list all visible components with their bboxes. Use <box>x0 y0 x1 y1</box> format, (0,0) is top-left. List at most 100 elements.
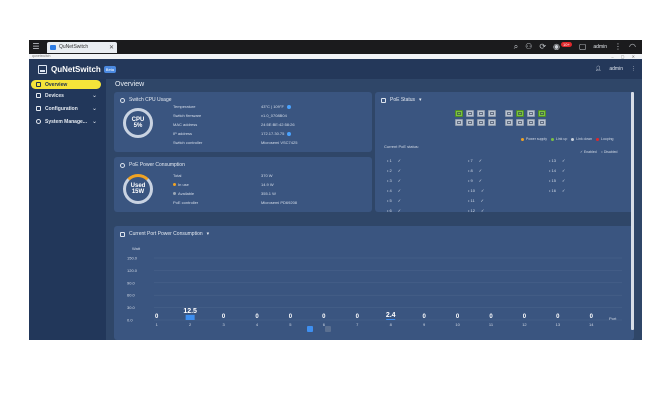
switch-port-3[interactable] <box>466 110 474 117</box>
enabled-check-icon: ✓ <box>480 198 485 203</box>
sidebar-item-label: Devices <box>45 92 64 99</box>
port-status-item: • 2 ✓ <box>387 168 401 173</box>
data-label: 2.4 <box>386 312 396 319</box>
taskbar-tray: ⌕ ⚇ ⟳ ◉ 10+ ▢ admin ⋮ ◠ <box>514 40 642 54</box>
x-tick-label: 14 <box>589 322 594 327</box>
taskbar-username[interactable]: admin <box>593 44 607 50</box>
header-user-area: 👤︎ admin ⋮ <box>595 66 642 72</box>
switch-port-11[interactable] <box>516 110 524 117</box>
port-number: • 10 <box>468 188 475 193</box>
port-status-item: • 10 ✓ <box>468 188 484 193</box>
search-icon[interactable]: ⌕ <box>514 40 518 54</box>
data-label: 0 <box>523 314 527 320</box>
x-tick-label: 10 <box>455 322 460 327</box>
switch-port-12[interactable] <box>516 119 524 126</box>
chevron-down-icon: ⌄ <box>91 119 97 125</box>
browser-tab[interactable]: QuNetSwitch ✕ <box>47 41 117 53</box>
sidebar-item-overview[interactable]: Overview <box>31 80 101 89</box>
enabled-check-icon: ✓ <box>480 188 485 193</box>
pager-inactive <box>325 326 331 332</box>
switch-port-2[interactable] <box>455 119 463 126</box>
enabled-check-icon: ✓ <box>397 208 402 213</box>
page-title: Overview <box>115 81 145 88</box>
port-number: • 8 <box>468 168 473 173</box>
dashboard-gauge-icon[interactable]: ◠ <box>629 40 636 54</box>
data-label: 0 <box>556 314 560 320</box>
poe-legend: Power supply Link up Link down Looping <box>521 137 614 141</box>
y-tick-label: 60.0 <box>127 293 136 298</box>
configuration-icon <box>36 106 41 111</box>
close-icon[interactable]: ✕ <box>109 44 114 51</box>
info-icon[interactable] <box>286 104 291 109</box>
port-number: • 5 <box>387 198 392 203</box>
card-title: PoE Status ▾ <box>381 97 422 103</box>
switch-port-10[interactable] <box>505 119 513 126</box>
port-number: • 4 <box>387 188 392 193</box>
switch-port-6[interactable] <box>477 119 485 126</box>
poe-used-gauge: Used 15W <box>123 174 153 204</box>
port-number: • 2 <box>387 168 392 173</box>
dropdown-caret-icon[interactable]: ▾ <box>419 97 422 103</box>
port-number: • 11 <box>468 198 475 203</box>
vertical-scrollbar[interactable] <box>631 92 634 330</box>
more-vertical-icon[interactable]: ⋮ <box>631 66 636 72</box>
tasks-icon[interactable]: ⚇ <box>525 40 532 54</box>
switch-port-9[interactable] <box>505 110 513 117</box>
data-label: 0 <box>255 314 259 320</box>
port-status-item: • 7 ✓ <box>468 158 482 163</box>
y-axis-label: Watt <box>132 246 141 251</box>
sidebar-item-label: Overview <box>45 81 68 88</box>
switch-port-4[interactable] <box>466 119 474 126</box>
sidebar-item-system-management[interactable]: System Manage... ⌄ <box>31 117 101 126</box>
enabled-check-icon: ✓ <box>397 198 402 203</box>
port-number: • 3 <box>387 178 392 183</box>
x-tick-label: 6 <box>323 322 326 327</box>
shield-icon <box>381 97 386 103</box>
port-status-item: • 4 ✓ <box>387 188 401 193</box>
poe-status-card: PoE Status ▾ Power supply Link up Link d… <box>375 92 634 213</box>
switch-port-5[interactable] <box>477 110 485 117</box>
devices-icon <box>36 93 41 98</box>
more-vertical-icon[interactable]: ⋮ <box>614 40 622 54</box>
port-number: • 16 <box>549 188 556 193</box>
poe-gauge-value: 15W <box>131 189 145 195</box>
switch-port-13[interactable] <box>527 110 535 117</box>
switch-port-15[interactable] <box>538 110 546 117</box>
port-status-item: • 6 ✓ <box>387 208 401 213</box>
info-icon[interactable] <box>287 131 292 136</box>
data-label: 0 <box>356 314 360 320</box>
sidebar-item-configuration[interactable]: Configuration ⌄ <box>31 104 101 113</box>
user-icon[interactable]: ▢ <box>579 40 587 54</box>
port-status-item: • 12 ✓ <box>468 208 484 213</box>
switch-port-8[interactable] <box>488 119 496 126</box>
x-tick-label: 13 <box>556 322 561 327</box>
switch-port-16[interactable] <box>538 119 546 126</box>
switch-port-1[interactable] <box>455 110 463 117</box>
data-label: 0 <box>489 314 493 320</box>
header-username[interactable]: admin <box>609 66 623 72</box>
y-tick-label: 0.0 <box>127 318 133 323</box>
window-address: qunetswitch <box>32 54 51 58</box>
pager-active <box>307 326 313 332</box>
menu-icon[interactable]: ☰ <box>29 40 43 54</box>
enabled-check-icon: ✓ <box>397 178 402 183</box>
cpu-card-title: Switch CPU Usage <box>129 97 172 103</box>
port-status-item: • 3 ✓ <box>387 178 401 183</box>
sidebar-item-devices[interactable]: Devices ⌄ <box>31 91 101 100</box>
x-tick-label: 5 <box>289 322 292 327</box>
x-tick-label: 4 <box>256 322 259 327</box>
y-tick-label: 30.0 <box>127 305 136 310</box>
port-number: • 9 <box>468 178 473 183</box>
beta-badge: Beta <box>103 65 117 73</box>
switch-port-7[interactable] <box>488 110 496 117</box>
notification-icon[interactable]: ◉ <box>553 40 560 54</box>
data-label: 0 <box>155 314 159 320</box>
switch-port-14[interactable] <box>527 119 535 126</box>
person-icon[interactable]: 👤︎ <box>595 66 601 72</box>
power-icon <box>120 162 125 168</box>
in-use-dot-icon <box>173 183 176 187</box>
card-title: Switch CPU Usage <box>120 97 172 103</box>
x-tick-label: 7 <box>356 322 359 327</box>
port-status-item: • 13 ✓ <box>549 158 565 163</box>
sync-icon[interactable]: ⟳ <box>539 40 546 54</box>
